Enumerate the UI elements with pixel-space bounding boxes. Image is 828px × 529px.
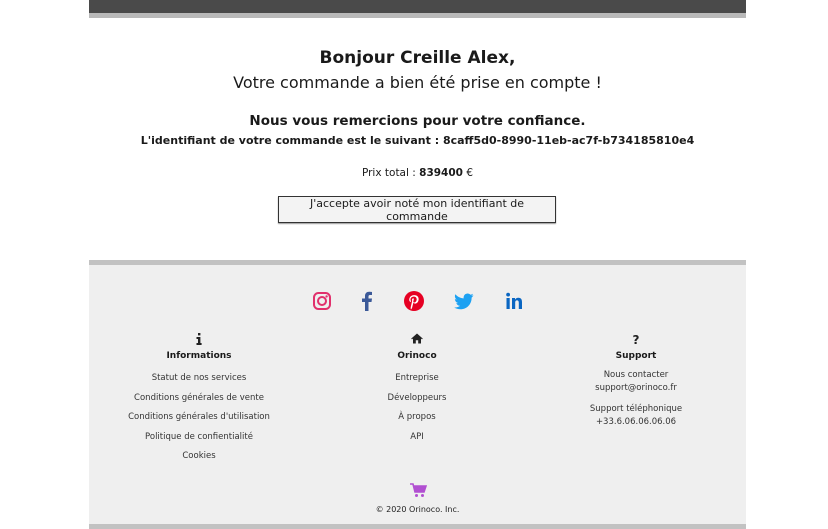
acknowledge-order-button[interactable]: J'accepte avoir noté mon identifiant de … [278,196,556,223]
total-value: 839400 [419,167,463,179]
link-cookies[interactable]: Cookies [99,447,299,467]
question-icon: ? [632,333,640,347]
instagram-icon[interactable] [308,287,336,315]
top-navbar [89,0,746,13]
link-service-status[interactable]: Statut de nos services [99,369,299,389]
order-id-text: L'identifiant de votre commande est le s… [140,134,695,147]
linkedin-icon[interactable] [500,287,528,315]
pinterest-icon[interactable] [400,287,428,315]
link-privacy-policy[interactable]: Politique de confientialité [99,428,299,448]
total-price: Prix total : 839400 € [89,167,746,179]
link-terms-of-use[interactable]: Conditions générales d'utilisation [99,408,299,428]
twitter-icon[interactable] [450,287,478,315]
informations-column: Informations Statut de nos services Cond… [99,333,299,467]
link-about[interactable]: À propos [317,408,517,428]
support-phone: +33.6.06.06.06.06 [595,417,677,427]
copyright-text: © 2020 Orinoco. Inc. [375,505,460,514]
support-column: ? Support Nous contacter support@orinoco… [536,333,736,429]
link-api[interactable]: API [317,428,517,448]
phone-support-label: Support téléphonique [589,404,683,414]
orinoco-column: Orinoco Entreprise Développeurs À propos… [317,333,517,447]
facebook-icon[interactable] [353,287,381,315]
cart-icon [409,482,428,498]
support-title: Support [615,351,657,361]
contact-label: Nous contacter [603,370,669,380]
informations-title: Informations [166,351,232,361]
social-links [89,287,746,317]
info-icon [99,333,299,349]
home-icon [317,333,517,349]
greeting-heading: Bonjour Creille Alex, [319,48,516,68]
footer-bottom-border [89,524,746,529]
support-email-link[interactable]: support@orinoco.fr [536,382,736,395]
total-label: Prix total : [361,167,416,179]
link-company[interactable]: Entreprise [317,369,517,389]
link-terms-of-sale[interactable]: Conditions générales de vente [99,389,299,409]
page: Bonjour Creille Alex, Votre commande a b… [89,0,746,529]
thanks-message: Nous vous remercions pour votre confianc… [249,113,586,129]
confirmation-subtitle: Votre commande a bien été prise en compt… [233,73,602,92]
link-developers[interactable]: Développeurs [317,389,517,409]
footer: Informations Statut de nos services Cond… [89,260,746,524]
currency-symbol: € [466,167,474,179]
orinoco-title: Orinoco [397,351,437,361]
order-confirmation: Bonjour Creille Alex, Votre commande a b… [89,18,746,260]
